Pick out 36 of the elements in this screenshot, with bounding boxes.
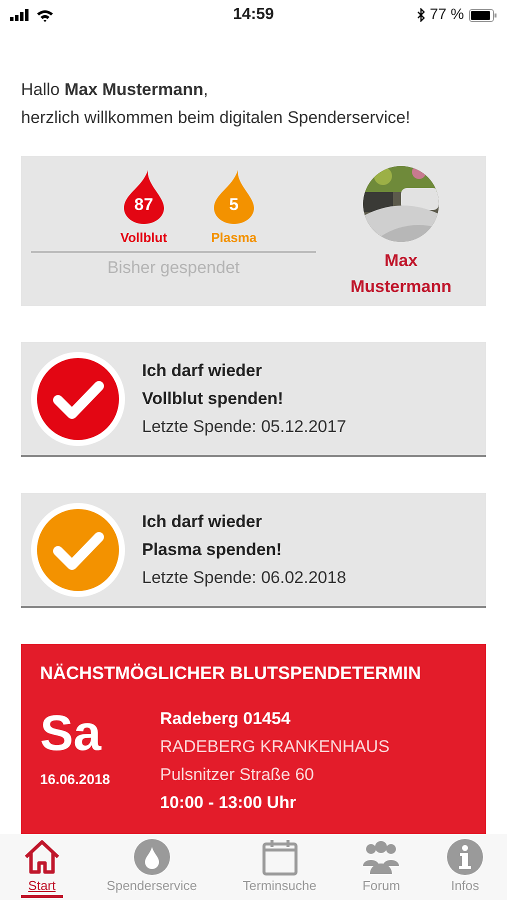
- street-text: Pulsnitzer Straße 60: [160, 764, 316, 786]
- venue-text: RADEBERG KRANKENHAUS: [160, 736, 390, 758]
- appointment-card[interactable]: NÄCHSTMÖGLICHER BLUTSPENDETERMIN Sa 16.06.2018 Radeberg 01454 RADEBERG KRANKENHAUS Pulsnitzer Straße 60 10:00 - 13:00 Uhr: [21, 644, 486, 834]
- donation-count: 5: [228, 196, 240, 213]
- eligibility-title: Ich darf wieder: [142, 360, 263, 382]
- appointment-date: 16.06.2018: [40, 770, 112, 789]
- tab-button[interactable]: Infos: [444, 838, 486, 898]
- donation-count: 87: [133, 196, 154, 213]
- tab-button[interactable]: Forum: [360, 838, 402, 898]
- weekday-text: Sa: [40, 705, 102, 761]
- greeting-text: Hallo Max Mustermann,: [21, 79, 210, 101]
- appointment-title: NÄCHSTMÖGLICHER BLUTSPENDETERMIN: [40, 662, 422, 685]
- eligibility-title: Ich darf wieder: [142, 510, 263, 532]
- profile-name: Max Mustermann: [349, 250, 453, 298]
- tab-button[interactable]: Terminsuche: [240, 838, 318, 898]
- donation-label: Vollblut: [120, 229, 168, 247]
- eligibility-subtitle: Vollblut spenden!: [142, 388, 284, 410]
- calendar-icon: [260, 838, 299, 876]
- drop-icon: [132, 838, 171, 876]
- time-text: 10:00 - 13:00 Uhr: [160, 792, 298, 814]
- clock: 14:59: [233, 5, 274, 25]
- wifi-icon: [36, 8, 54, 22]
- donation-label: Plasma: [211, 229, 257, 247]
- signal-icon: [10, 9, 30, 21]
- battery-percent: 77 %: [430, 4, 464, 25]
- bluetooth-icon: [416, 8, 425, 22]
- home-icon: [22, 838, 61, 876]
- eligibility-subtitle: Plasma spenden!: [142, 538, 283, 560]
- tab-button[interactable]: Start: [20, 838, 63, 898]
- battery-icon: [468, 8, 497, 22]
- welcome-text: herzlich willkommen beim digitalen Spenderservice!: [21, 107, 412, 129]
- city-text: Radeberg 01454: [160, 708, 292, 730]
- tab-button[interactable]: Spenderservice: [104, 838, 199, 898]
- last-donation-text: Letzte Spende: 05.12.2017: [142, 416, 346, 438]
- info-icon: [446, 838, 484, 876]
- last-donation-text: Letzte Spende: 06.02.2018: [142, 566, 346, 588]
